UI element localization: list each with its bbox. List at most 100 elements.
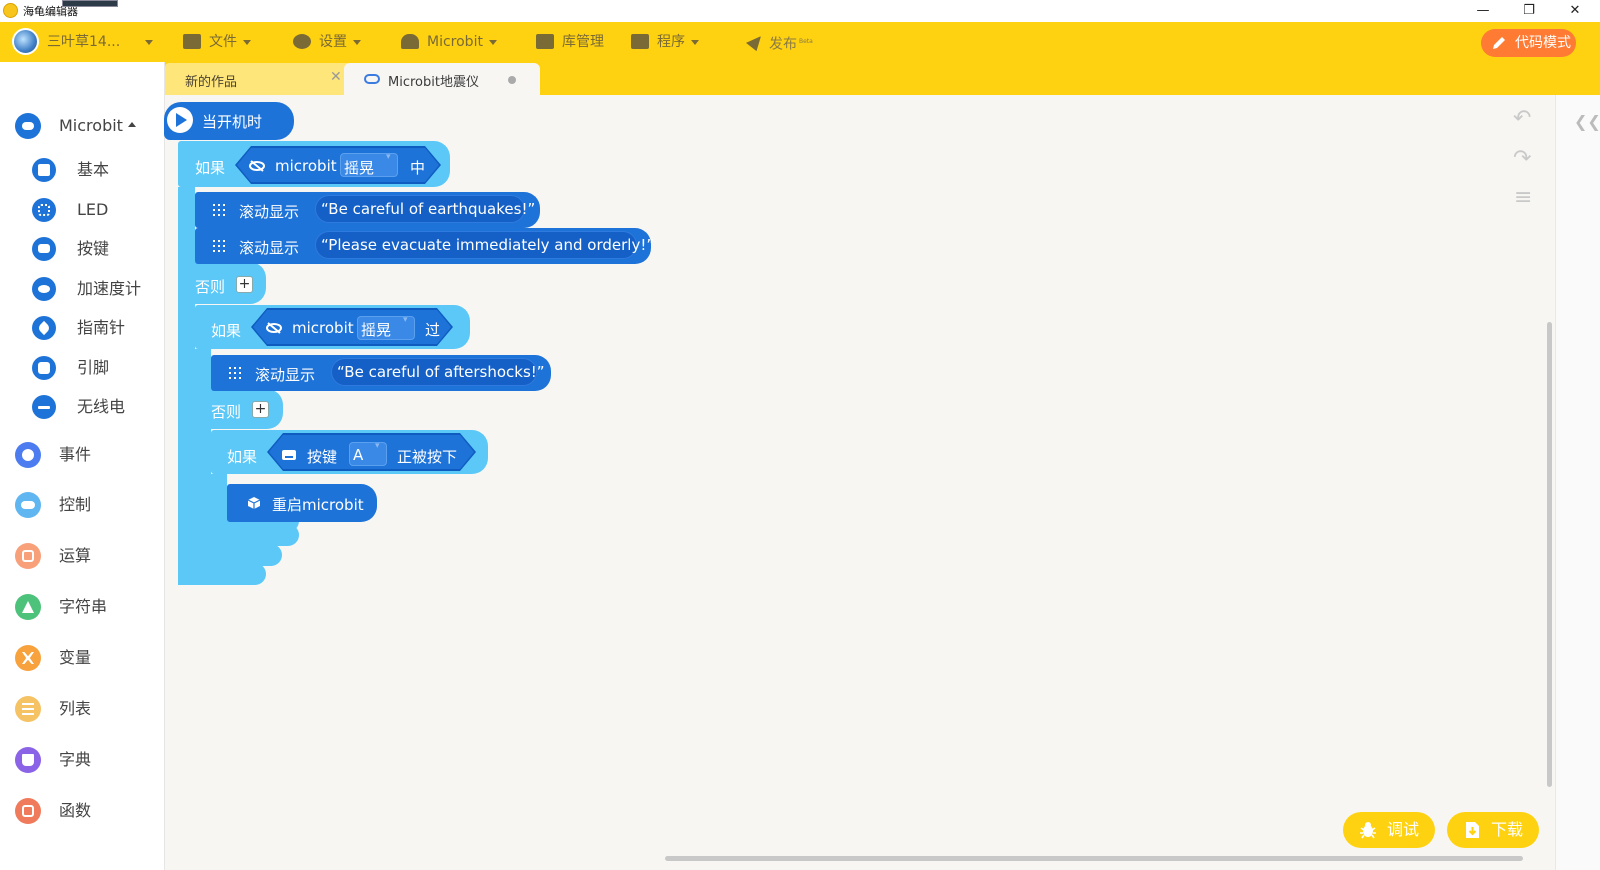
if-block-2-else-arm — [195, 429, 211, 532]
file-menu-label: 文件 — [209, 34, 237, 50]
block-label: 中 — [410, 159, 426, 177]
paper-plane-icon — [746, 36, 761, 52]
category-label: Microbit — [59, 111, 136, 141]
events-icon — [15, 442, 41, 468]
vertical-scrollbar[interactable] — [1547, 322, 1552, 787]
user-avatar[interactable] — [12, 28, 39, 55]
user-name: 三叶草14... — [47, 34, 121, 50]
program-menu[interactable]: 程序 — [631, 22, 699, 62]
if-label: 如果 — [211, 322, 242, 340]
block-label: 滚动显示 — [239, 239, 300, 257]
dropdown-value: 摇晃 — [361, 321, 392, 339]
book-icon — [15, 747, 41, 773]
library-label: 库管理 — [562, 34, 604, 50]
if-block-1-else-arm — [178, 304, 195, 546]
led-grid-icon — [213, 240, 225, 252]
debug-button[interactable]: 调试 — [1343, 812, 1435, 848]
if-block-2-arm — [195, 349, 211, 389]
if-label: 如果 — [195, 159, 226, 177]
chevron-down-icon: ▾ — [403, 315, 408, 325]
download-button[interactable]: 下载 — [1447, 812, 1539, 848]
align-blocks-icon[interactable]: ≡ — [1514, 185, 1532, 210]
download-icon — [1466, 822, 1479, 838]
accelerometer-icon — [32, 277, 56, 301]
publish-button[interactable]: 发布 Beta — [746, 22, 813, 62]
reset-microbit-block[interactable]: 重启microbit — [227, 484, 377, 522]
accelerometer-icon — [266, 322, 282, 334]
minimize-button[interactable]: — — [1460, 0, 1506, 22]
gear-icon — [293, 33, 311, 49]
string-value: “Be careful of aftershocks!” — [337, 363, 545, 381]
category-label: 加速度计 — [77, 279, 142, 298]
category-label: 函数 — [59, 801, 92, 820]
chevron-down-icon: ▾ — [386, 152, 391, 162]
right-panel — [1555, 95, 1600, 870]
if-block-3-arm — [211, 474, 227, 512]
tab-label: Microbit地震仪 — [388, 75, 479, 90]
publish-label: 发布 — [769, 36, 797, 53]
block-label: microbit — [292, 319, 354, 337]
radio-wave-icon — [32, 395, 56, 419]
chevron-down-icon — [488, 39, 497, 45]
scroll-text-block-1[interactable]: 滚动显示 “Be careful of earthquakes!” — [195, 192, 540, 228]
gesture-condition-1[interactable] — [237, 148, 439, 182]
tab-microbit-seismograph[interactable]: Microbit地震仪 — [344, 63, 540, 95]
cube-icon — [247, 497, 261, 509]
category-label: LED — [77, 200, 109, 219]
button-icon — [32, 237, 56, 261]
user-menu[interactable]: 三叶草14... — [47, 22, 153, 62]
restore-button[interactable]: ❐ — [1506, 0, 1552, 22]
microbit-icon — [364, 74, 380, 84]
text-icon — [15, 594, 41, 620]
if-label: 如果 — [227, 448, 258, 466]
else-label: 否则 — [195, 278, 226, 296]
microbit-menu[interactable]: Microbit — [401, 22, 497, 62]
cube-icon — [32, 158, 56, 182]
tab-new-work[interactable]: 新的作品 ✕ — [165, 63, 351, 95]
pin-icon — [32, 356, 56, 380]
category-label: 字符串 — [59, 597, 108, 616]
on-start-block[interactable]: 当开机时 — [164, 102, 294, 140]
robot-icon — [401, 33, 419, 49]
gamepad-icon — [15, 492, 41, 518]
close-tab-icon[interactable]: ✕ — [330, 69, 342, 85]
add-branch-icon[interactable]: + — [252, 401, 269, 418]
add-branch-icon[interactable]: + — [236, 276, 253, 293]
hat-block-foot — [178, 563, 266, 585]
debug-label: 调试 — [1387, 820, 1420, 839]
library-manager-button[interactable]: 库管理 — [536, 22, 604, 62]
pencil-icon — [1493, 37, 1505, 49]
function-icon — [15, 798, 41, 824]
folder-icon — [183, 33, 201, 49]
file-menu[interactable]: 文件 — [183, 22, 251, 62]
category-label: 指南针 — [77, 318, 126, 337]
app-logo-icon — [3, 3, 18, 18]
code-mode-label: 代码模式 — [1515, 35, 1571, 51]
category-label: 控制 — [59, 495, 92, 514]
bug-icon — [1360, 822, 1376, 839]
play-icon — [167, 107, 193, 133]
settings-menu[interactable]: 设置 — [293, 22, 361, 62]
chevron-down-icon — [353, 39, 361, 45]
close-window-button[interactable]: ✕ — [1552, 0, 1598, 22]
led-grid-icon — [213, 204, 225, 216]
button-icon — [282, 450, 296, 460]
collapse-panel-icon[interactable]: ❮❮ — [1574, 112, 1600, 131]
category-label: 按键 — [77, 239, 110, 258]
category-label: 列表 — [59, 699, 92, 718]
block-label: 过 — [425, 321, 441, 339]
category-label: 引脚 — [77, 358, 110, 377]
block-label: 滚动显示 — [239, 203, 300, 221]
undo-icon[interactable]: ↶ — [1513, 106, 1531, 131]
horizontal-scrollbar[interactable] — [665, 856, 1523, 861]
scroll-text-block-2[interactable]: 滚动显示 “Please evacuate immediately and or… — [195, 228, 654, 264]
chevron-down-icon — [243, 39, 251, 45]
inbox-icon — [536, 33, 554, 49]
scroll-text-block-3[interactable]: 滚动显示 “Be careful of aftershocks!” — [211, 355, 551, 391]
code-mode-button[interactable]: 代码模式 — [1481, 29, 1576, 57]
category-label: 无线电 — [77, 397, 126, 416]
string-value: “Be careful of earthquakes!” — [321, 200, 536, 218]
led-grid-icon — [32, 198, 56, 222]
redo-icon[interactable]: ↷ — [1513, 146, 1531, 171]
calculator-icon — [15, 543, 41, 569]
